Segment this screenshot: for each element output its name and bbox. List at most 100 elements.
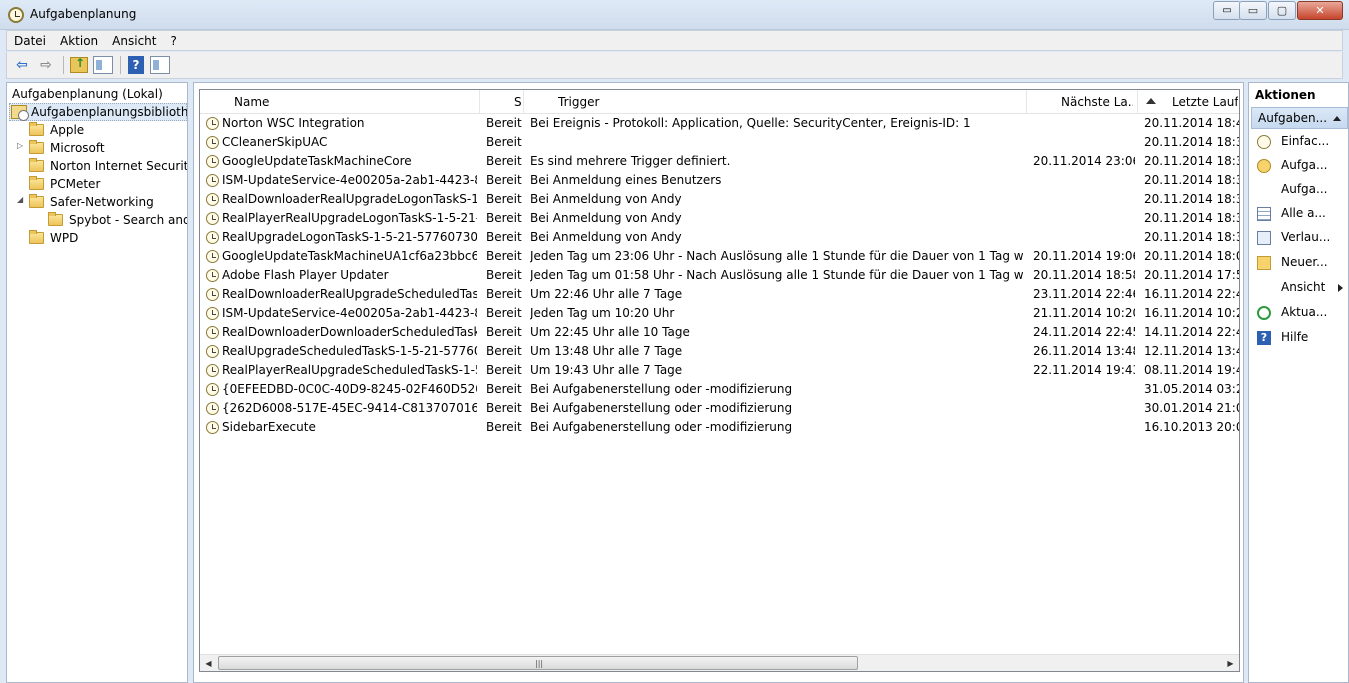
action-import-task[interactable]: Aufga... <box>1249 180 1348 200</box>
menu-aktion[interactable]: Aktion <box>53 34 105 48</box>
action-view[interactable]: Ansicht <box>1249 278 1348 298</box>
horizontal-scrollbar[interactable]: ◀ ||| ▶ <box>200 654 1239 671</box>
task-name: RealPlayerRealUpgradeScheduledTaskS-1-5-… <box>222 363 477 377</box>
action-label: Neuer... <box>1281 255 1328 269</box>
column-divider[interactable] <box>523 90 524 114</box>
console-tree-icon <box>93 56 113 74</box>
table-row[interactable]: SidebarExecute Bereit Bei Aufgabenerstellu… <box>200 418 1239 437</box>
toolbar: ⇦ ⇨ ? <box>6 52 1343 79</box>
table-row[interactable]: Adobe Flash Player Updater Bereit Jeden Ta… <box>200 266 1239 285</box>
action-new-folder[interactable]: Neuer... <box>1249 253 1348 273</box>
show-hide-actions-button[interactable] <box>149 55 171 75</box>
tree-folder-wpd[interactable]: WPD <box>29 229 78 247</box>
tree-root[interactable]: Aufgabenplanung (Lokal) <box>12 87 163 101</box>
clock-icon <box>1257 135 1271 149</box>
console-tree: Aufgabenplanung (Lokal) Aufgabenplanungs… <box>6 82 188 683</box>
task-trigger: Bei Anmeldung von Andy <box>530 230 682 244</box>
task-last-run: 12.11.2014 13:48:14 <box>1144 344 1239 358</box>
task-clock-icon <box>206 364 219 377</box>
restore-side-button[interactable]: ▭ <box>1213 1 1241 20</box>
task-last-run: 20.11.2014 17:58:00 <box>1144 268 1239 282</box>
tree-folder-norton[interactable]: Norton Internet Security <box>29 157 187 175</box>
title-bar: Aufgabenplanung ▭ ▭ ▢ ✕ <box>0 0 1349 30</box>
action-label: Aktua... <box>1281 305 1328 319</box>
folder-icon <box>29 158 44 172</box>
tree-folder-microsoft[interactable]: Microsoft <box>29 139 105 157</box>
action-show-running[interactable]: Alle a... <box>1249 204 1348 224</box>
table-row[interactable]: RealPlayerRealUpgradeScheduledTaskS-1-5-… <box>200 361 1239 380</box>
actions-group-header[interactable]: Aufgaben... <box>1251 107 1348 129</box>
task-trigger: Bei Anmeldung von Andy <box>530 211 682 225</box>
task-clock-icon <box>206 136 219 149</box>
column-name[interactable]: Name <box>234 90 474 114</box>
task-status: Bereit <box>486 268 522 282</box>
column-next-run[interactable]: Nächste La... <box>1061 90 1133 114</box>
forward-button[interactable]: ⇨ <box>35 55 57 75</box>
task-trigger: Um 22:46 Uhr alle 7 Tage <box>530 287 683 301</box>
scroll-right-icon[interactable]: ▶ <box>1222 655 1239 671</box>
column-divider[interactable] <box>479 90 480 114</box>
back-button[interactable]: ⇦ <box>11 55 33 75</box>
task-next-run <box>1033 133 1135 152</box>
table-row[interactable]: RealDownloaderDownloaderScheduledTaskS-1… <box>200 323 1239 342</box>
task-trigger: Um 13:48 Uhr alle 7 Tage <box>530 344 683 358</box>
table-row[interactable]: {262D6008-517E-45EC-9414-C81370701688} Be… <box>200 399 1239 418</box>
tree-folder-spybot[interactable]: Spybot - Search and D <box>48 211 187 229</box>
task-name: GoogleUpdateTaskMachineCore <box>222 154 412 168</box>
table-row[interactable]: CCleanerSkipUAC Bereit 20.11.2014 18:38:12 <box>200 133 1239 152</box>
task-clock-icon <box>206 421 219 434</box>
table-row[interactable]: Norton WSC Integration Bereit Bei Ereignis… <box>200 114 1239 133</box>
tree-library[interactable]: Aufgabenplanungsbibliothek <box>11 103 187 121</box>
collapse-arrow-icon[interactable]: ◢ <box>17 195 27 204</box>
scroll-left-icon[interactable]: ◀ <box>200 655 217 671</box>
column-status[interactable]: S <box>514 90 522 114</box>
column-divider[interactable] <box>1026 90 1027 114</box>
table-row[interactable]: GoogleUpdateTaskMachineCore Bereit Es sind… <box>200 152 1239 171</box>
folder-icon <box>29 194 44 208</box>
task-last-run: 20.11.2014 18:06:00 <box>1144 249 1239 263</box>
close-button[interactable]: ✕ <box>1297 1 1343 20</box>
menu-help[interactable]: ? <box>163 34 183 48</box>
table-row[interactable]: ISM-UpdateService-4e00205a-2ab1-4423-8f7… <box>200 304 1239 323</box>
tree-folder-label: Safer-Networking <box>50 195 154 209</box>
task-status: Bereit <box>486 382 522 396</box>
menu-datei[interactable]: Datei <box>7 34 53 48</box>
table-row[interactable]: RealUpgradeLogonTaskS-1-5-21-577607305-1… <box>200 228 1239 247</box>
table-row[interactable]: RealUpgradeScheduledTaskS-1-5-21-5776073… <box>200 342 1239 361</box>
action-label: Alle a... <box>1281 206 1326 220</box>
action-create-basic-task[interactable]: Einfac... <box>1249 132 1348 152</box>
column-divider[interactable] <box>1137 90 1138 114</box>
task-last-run: 20.11.2014 18:40:07 <box>1144 116 1239 130</box>
column-trigger[interactable]: Trigger <box>558 90 1018 114</box>
tree-folder-pcmeter[interactable]: PCMeter <box>29 175 100 193</box>
action-refresh[interactable]: Aktua... <box>1249 303 1348 323</box>
table-row[interactable]: RealPlayerRealUpgradeLogonTaskS-1-5-21-5… <box>200 209 1239 228</box>
minimize-button[interactable]: ▭ <box>1239 1 1267 20</box>
table-row[interactable]: {0EFEEDBD-0C0C-40D9-8245-02F460D52018} Be… <box>200 380 1239 399</box>
action-create-task[interactable]: Aufga... <box>1249 156 1348 176</box>
table-row[interactable]: RealDownloaderRealUpgradeLogonTaskS-1-5-… <box>200 190 1239 209</box>
action-help[interactable]: ? Hilfe <box>1249 328 1348 348</box>
action-pane-icon <box>150 56 170 74</box>
table-row[interactable]: RealDownloaderRealUpgradeScheduledTaskS-… <box>200 285 1239 304</box>
task-status: Bereit <box>486 420 522 434</box>
column-last-run[interactable]: Letzte Laufz... <box>1172 90 1238 114</box>
table-row[interactable]: GoogleUpdateTaskMachineUA1cf6a23bbc647f2… <box>200 247 1239 266</box>
task-name: {0EFEEDBD-0C0C-40D9-8245-02F460D52018} <box>222 382 477 396</box>
action-history[interactable]: Verlau... <box>1249 228 1348 248</box>
table-row[interactable]: ISM-UpdateService-4e00205a-2ab1-4423-8f7… <box>200 171 1239 190</box>
show-hide-tree-button[interactable] <box>92 55 114 75</box>
task-trigger: Es sind mehrere Trigger definiert. <box>530 154 731 168</box>
task-trigger: Jeden Tag um 23:06 Uhr - Nach Auslösung … <box>530 249 1024 263</box>
tree-folder-safer-networking[interactable]: Safer-Networking <box>29 193 154 211</box>
actions-title: Aktionen <box>1255 88 1316 102</box>
menu-ansicht[interactable]: Ansicht <box>105 34 163 48</box>
up-button[interactable] <box>68 55 90 75</box>
expand-arrow-icon[interactable]: ▷ <box>17 141 27 150</box>
help-button[interactable]: ? <box>125 55 147 75</box>
task-last-run: 16.10.2013 20:04:28 <box>1144 420 1239 434</box>
scrollbar-thumb[interactable]: ||| <box>218 656 858 670</box>
maximize-button[interactable]: ▢ <box>1268 1 1296 20</box>
tree-folder-apple[interactable]: Apple <box>29 121 84 139</box>
task-last-run: 16.11.2014 10:20:00 <box>1144 306 1239 320</box>
